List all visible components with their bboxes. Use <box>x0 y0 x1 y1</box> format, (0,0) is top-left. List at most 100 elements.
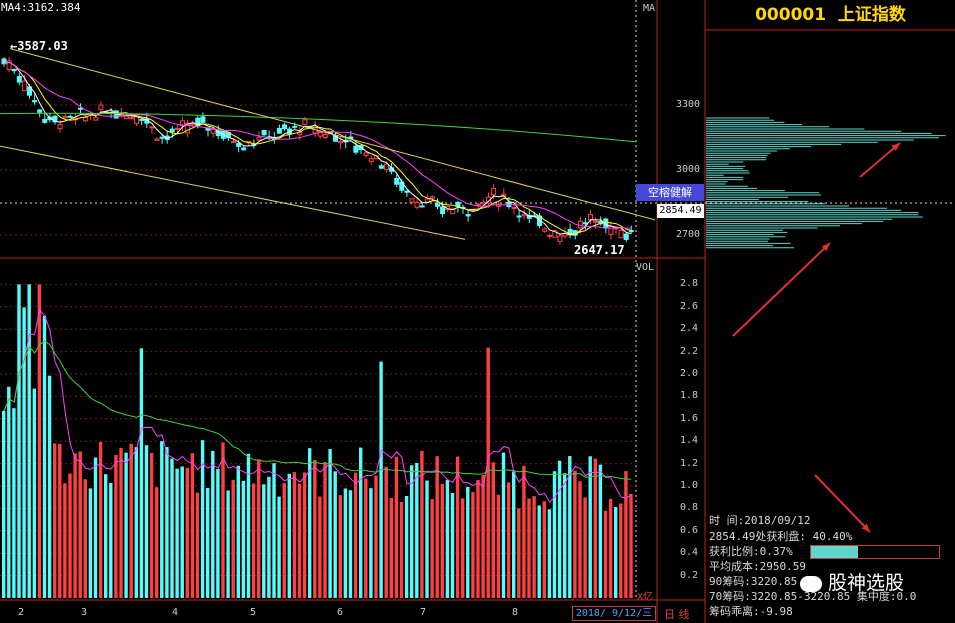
volume-bar <box>486 347 490 598</box>
volume-bar <box>348 490 353 598</box>
candle-body <box>322 133 328 138</box>
chip-time: 时 间:2018/09/12 <box>709 514 811 527</box>
candle-body <box>440 206 446 215</box>
volume-bar <box>195 492 200 598</box>
volume-bar <box>7 386 11 598</box>
stop-button[interactable]: 空榕健解 <box>636 184 704 201</box>
volume-bar <box>440 483 444 598</box>
volume-bar <box>241 480 246 598</box>
candle-body <box>241 147 247 151</box>
candle-body <box>16 76 22 83</box>
volume-bar <box>124 452 128 598</box>
volume-bar <box>134 447 138 598</box>
volume-bar <box>83 479 87 598</box>
volume-bar <box>624 471 628 598</box>
volume-bar <box>394 456 399 598</box>
candle-body <box>521 213 527 217</box>
period-selector[interactable]: 日 线 <box>664 606 690 622</box>
volume-tick-label: 0.6 <box>680 524 699 536</box>
volume-bar <box>471 492 475 598</box>
candle-body <box>338 140 344 144</box>
candle-body <box>414 201 420 208</box>
chip-deviation: 筹码乖离:-9.98 <box>709 605 793 618</box>
candle-body <box>363 152 369 156</box>
volume-bar <box>532 496 536 598</box>
volume-bar <box>27 284 31 598</box>
volume-tick-label: 2.2 <box>680 345 699 357</box>
candle-body <box>62 115 68 119</box>
high-price-label: ←3587.03 <box>10 39 68 53</box>
volume-bar <box>629 493 633 598</box>
candle-body <box>261 129 267 136</box>
volume-bar <box>155 487 159 598</box>
candle-body <box>282 124 287 130</box>
volume-bar <box>114 454 118 598</box>
volume-bar <box>404 495 409 598</box>
volume-bar <box>542 501 546 598</box>
volume-bar <box>221 442 225 598</box>
candle-body <box>276 127 282 134</box>
candle-body <box>419 205 425 208</box>
volume-bar <box>318 496 322 598</box>
annotation-arrow-bottom <box>814 474 871 533</box>
volume-bar <box>302 472 307 598</box>
candle-body <box>409 198 415 203</box>
price-tick-label: 3000 <box>676 164 701 175</box>
volume-bar <box>552 471 557 598</box>
volume-bar <box>206 487 210 598</box>
volume-bar <box>506 482 511 598</box>
month-tick-label: 3 <box>81 607 88 618</box>
candle-body <box>353 145 359 153</box>
volume-bar <box>160 441 164 598</box>
volume-bar <box>58 443 62 598</box>
volume-bar <box>619 503 623 598</box>
volume-bar <box>435 456 439 598</box>
month-tick-label: 6 <box>337 607 344 618</box>
volume-bar <box>364 478 368 598</box>
volume-bar <box>420 450 424 598</box>
candle-body <box>57 124 63 130</box>
month-tick-label: 5 <box>250 607 257 618</box>
volume-bar <box>190 453 195 598</box>
volume-tick-label: 1.2 <box>680 457 699 469</box>
volume-tick-label: 0.8 <box>680 502 699 514</box>
candle-body <box>231 140 236 144</box>
volume-bar <box>399 501 404 598</box>
candle-body <box>11 68 17 72</box>
volume-bar <box>257 459 261 598</box>
vol-unit: X亿 <box>637 592 654 603</box>
volume-bar <box>578 481 582 598</box>
volume-bar <box>522 465 526 598</box>
volume-bar <box>262 484 266 598</box>
chip-profit: 2854.49处获利盘: 40.40% <box>709 530 853 543</box>
volume-bar <box>226 490 230 598</box>
candle-body <box>210 128 216 134</box>
volume-bar <box>384 466 388 598</box>
volume-bar <box>272 463 276 598</box>
volume-bar <box>231 479 235 598</box>
volume-tick-label: 2.6 <box>680 300 699 312</box>
candle-body <box>139 118 145 121</box>
stock-title: 000001 上证指数 <box>706 0 955 30</box>
volume-bar <box>333 471 337 598</box>
volume-bar <box>267 476 271 598</box>
candle-body <box>37 109 43 113</box>
candle-body <box>542 228 548 232</box>
candle-body <box>588 214 593 221</box>
volume-tick-label: 1.6 <box>680 412 699 424</box>
candle-body <box>480 201 486 205</box>
candle-body <box>511 207 517 210</box>
volume-bar <box>583 497 587 598</box>
volume-bar <box>236 465 240 598</box>
volume-bar <box>593 458 597 598</box>
wechat-icon <box>800 575 822 592</box>
price-tick-label: 2700 <box>676 229 701 240</box>
volume-bar <box>369 488 373 598</box>
month-tick-label: 2 <box>18 607 25 618</box>
volume-bar <box>425 480 429 598</box>
volume-bar <box>139 348 144 598</box>
volume-bar <box>445 479 450 598</box>
volume-bar <box>63 483 67 598</box>
candle-body <box>21 80 27 92</box>
month-tick-label: 4 <box>172 607 179 618</box>
